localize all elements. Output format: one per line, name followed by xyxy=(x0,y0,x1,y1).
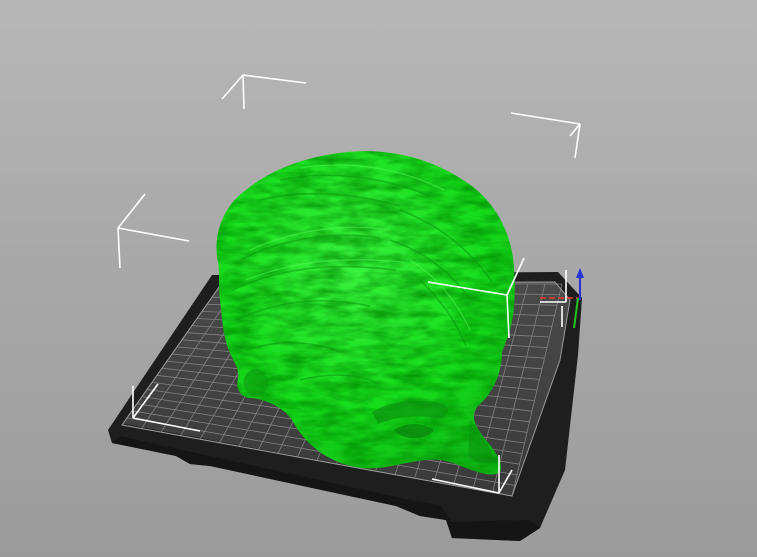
selection-corner-top-left-front xyxy=(117,193,190,269)
selection-corner-top-right-back xyxy=(510,112,581,159)
3d-viewport[interactable] xyxy=(0,0,757,557)
3d-scene-canvas[interactable] xyxy=(0,0,757,557)
z-axis-arrow xyxy=(576,268,584,278)
selection-corner-top-left-back xyxy=(221,74,307,110)
